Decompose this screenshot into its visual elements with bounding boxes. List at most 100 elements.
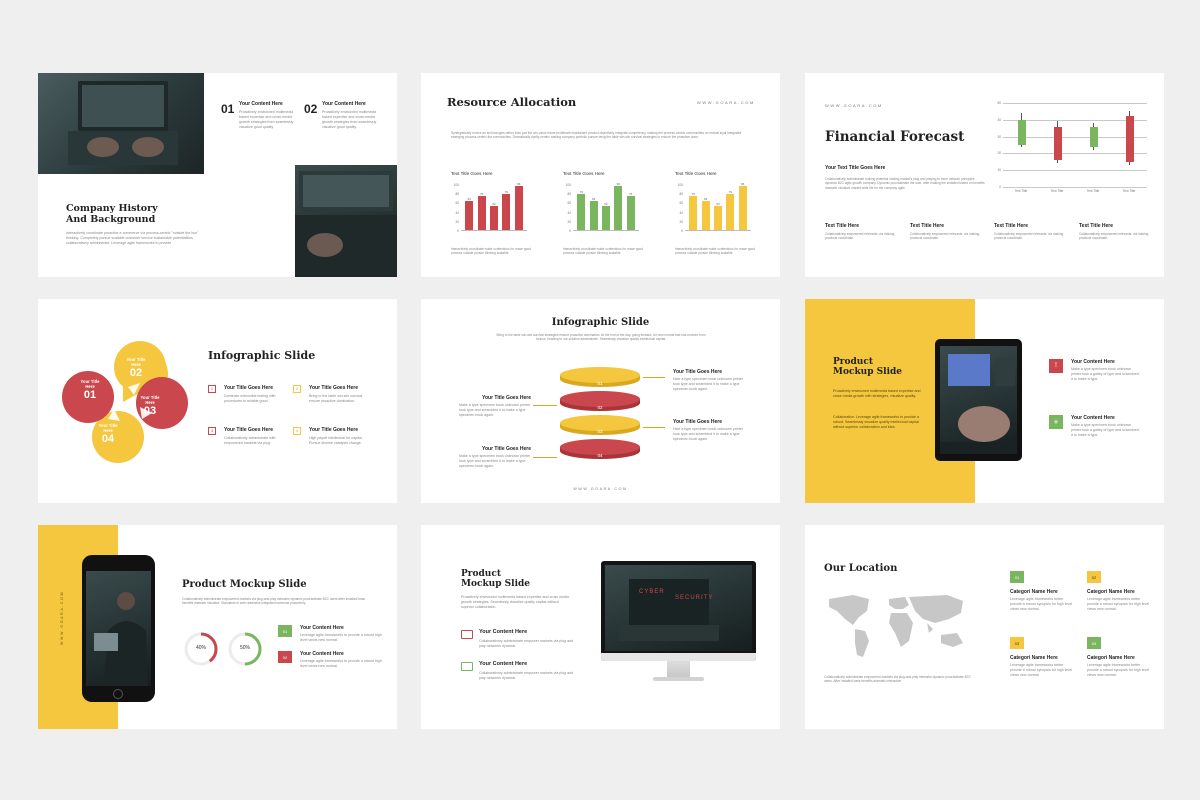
category-number: 04 (1087, 637, 1101, 649)
text-column: Text Title Here Collaboratively empowere… (910, 223, 984, 241)
slide-title: Product Mockup Slide (182, 579, 307, 590)
alert-icon: ! (1049, 359, 1063, 373)
bar-chart-green: Text Title Goes Here 100 80 60 40 20 0 79 62 52… (563, 171, 643, 255)
monitor-base (653, 677, 704, 681)
bar-4 (726, 193, 735, 230)
slide-resource-allocation[interactable]: Resource Allocation WWW.GOARA.COM Synerg… (421, 73, 780, 277)
petal-label-02: Your Title Here 02 (116, 357, 156, 379)
y-tick-label: 20 (679, 219, 683, 224)
bar-2 (477, 195, 486, 230)
item-icon-box: 1 (208, 385, 216, 393)
column-text: Collaboratively empowered relevants: via… (825, 232, 895, 241)
item-text: Leverage agile frameworks to provide a r… (300, 659, 382, 668)
monitor-stand (667, 661, 690, 677)
category-text: Leverage agile frameworks better provide… (1087, 663, 1150, 677)
bar-4 (502, 193, 511, 230)
item-heading: Your Title Goes Here (309, 427, 358, 433)
item-number: 01 (278, 625, 292, 637)
bar-value-label: 52 (716, 202, 720, 207)
item-number: 01 (221, 102, 235, 116)
slide-infographic-stack[interactable]: Infographic Slide Bring to the table win… (421, 299, 780, 503)
chart-y-axis: 100 80 60 40 20 0 (563, 183, 571, 233)
phone-screen-photo (86, 571, 151, 686)
item-text: Collaboratively administrate with empowe… (224, 436, 276, 445)
item-heading: Your Title Goes Here (673, 369, 722, 375)
person-laptop-icon (94, 592, 148, 686)
petal-number: 04 (101, 433, 115, 445)
slide-financial-forecast[interactable]: WWW.GOARA.COM Financial Forecast Your Te… (805, 73, 1164, 277)
item-heading: Your Content Here (479, 629, 528, 635)
slide-product-mockup-phone[interactable]: WWW.GOARA.COM Product Mockup Slide Colla… (38, 525, 397, 729)
monitor-mockup: CYBER SECURITY (601, 561, 756, 691)
connector-right-2 (643, 427, 665, 428)
category-text: Leverage agile frameworks better provide… (1087, 597, 1150, 611)
candle-body (1053, 126, 1062, 161)
item-text: Dominate extensible testing with procedu… (224, 394, 276, 403)
slide-title: Our Location (824, 563, 898, 574)
monitor-frame: CYBER SECURITY (601, 561, 756, 661)
category-heading: Categori Name Here (1087, 655, 1135, 661)
column-heading: Text Title Here (1079, 223, 1113, 229)
petal-label-01: Your Title Here 01 (70, 379, 110, 401)
bar-1 (689, 195, 698, 230)
candle-body (1017, 119, 1026, 145)
slide-our-location[interactable]: Our Location Collaboratively administrat… (805, 525, 1164, 729)
bar-3 (714, 206, 722, 230)
slide-body: Collaboratively administrate empowered m… (182, 597, 366, 606)
intro-text: Bring to the table win-win survival stra… (496, 333, 706, 342)
text-column: Text Title Here Collaboratively empowere… (1079, 223, 1153, 241)
y-tick-label: 100 (453, 183, 459, 187)
slide-company-history[interactable]: 01 Your Content Here Proactively envisio… (38, 73, 397, 277)
petal-number: 01 (83, 389, 97, 401)
bar-2 (701, 201, 710, 230)
tablet-mockup (935, 339, 1022, 461)
grid-line (1003, 187, 1147, 188)
slide-product-mockup-monitor[interactable]: Product Mockup Slide Proactively envisio… (421, 525, 780, 729)
security-laptop-icon (619, 579, 719, 641)
layer-number: 03 (597, 429, 603, 434)
bar-value-label: 96 (516, 181, 521, 186)
home-button (113, 689, 123, 699)
slide-title: Product Mockup Slide (461, 569, 531, 589)
website-label: WWW.GOARA.COM (573, 487, 628, 491)
screen-text-security: SECURITY (675, 595, 714, 601)
item-number: 02 (304, 102, 318, 116)
chart-plot: 62 75 52 79 96 (461, 181, 527, 231)
item-text: Make a type specimen book unknown printe… (1071, 423, 1139, 437)
monitor-chin (601, 653, 756, 661)
column-text: Collaboratively empowered relevants: via… (994, 232, 1064, 241)
slide-product-mockup-tablet[interactable]: Product Mockup Slide Proactively envisio… (805, 299, 1164, 503)
y-tick-label: 0 (999, 185, 1001, 189)
briefcase-icon (461, 630, 473, 639)
plus-icon: + (1049, 415, 1063, 429)
left-item-2: Your Title Goes Here Make a type specime… (459, 446, 531, 469)
bar-value-label: 96 (616, 181, 620, 186)
chart-y-axis: 100 80 60 40 20 0 (675, 183, 683, 233)
bar-5 (738, 185, 747, 230)
y-tick-label: 0 (681, 229, 683, 233)
slide-title: Infographic Slide (551, 317, 650, 328)
sub-text: Collaboratively administrate making pote… (825, 177, 985, 190)
petal-title: Your Title Here (98, 423, 118, 433)
petal-number: 03 (143, 405, 157, 417)
text-column: Text Title Here Collaboratively empowere… (994, 223, 1068, 241)
y-tick-label: 100 (565, 183, 571, 187)
bar-1 (465, 201, 474, 230)
y-tick-label: 80 (679, 192, 683, 197)
layer-number: 04 (597, 453, 603, 458)
chart-title: Text Title Goes Here (563, 171, 605, 176)
bar-chart-red: Text Title Goes Here 100 80 60 40 20 0 62 75 52… (451, 171, 531, 255)
bar-value-label: 79 (728, 189, 732, 194)
bar-value-label: 62 (467, 197, 471, 202)
category-number: 01 (1010, 571, 1024, 583)
right-item-1: Your Title Goes Here Hide a type specime… (673, 369, 745, 392)
item-text: Leverage agile frameworks to provide a r… (300, 633, 382, 642)
column-text: Collaboratively empowered relevants: via… (1079, 232, 1149, 241)
petal-title: Your Title Here (140, 395, 160, 405)
item-text: Make a type specimen book unknown printe… (459, 403, 531, 417)
slide-infographic-petals[interactable]: Your Title Here 02 Your Title Here 03 Yo… (38, 299, 397, 503)
item-text: Proactively envisioned multimedia based … (322, 110, 377, 129)
bar-value-label: 52 (492, 202, 496, 207)
grid-line (1003, 103, 1147, 104)
petal-label-03: Your Title Here 03 (130, 395, 170, 417)
